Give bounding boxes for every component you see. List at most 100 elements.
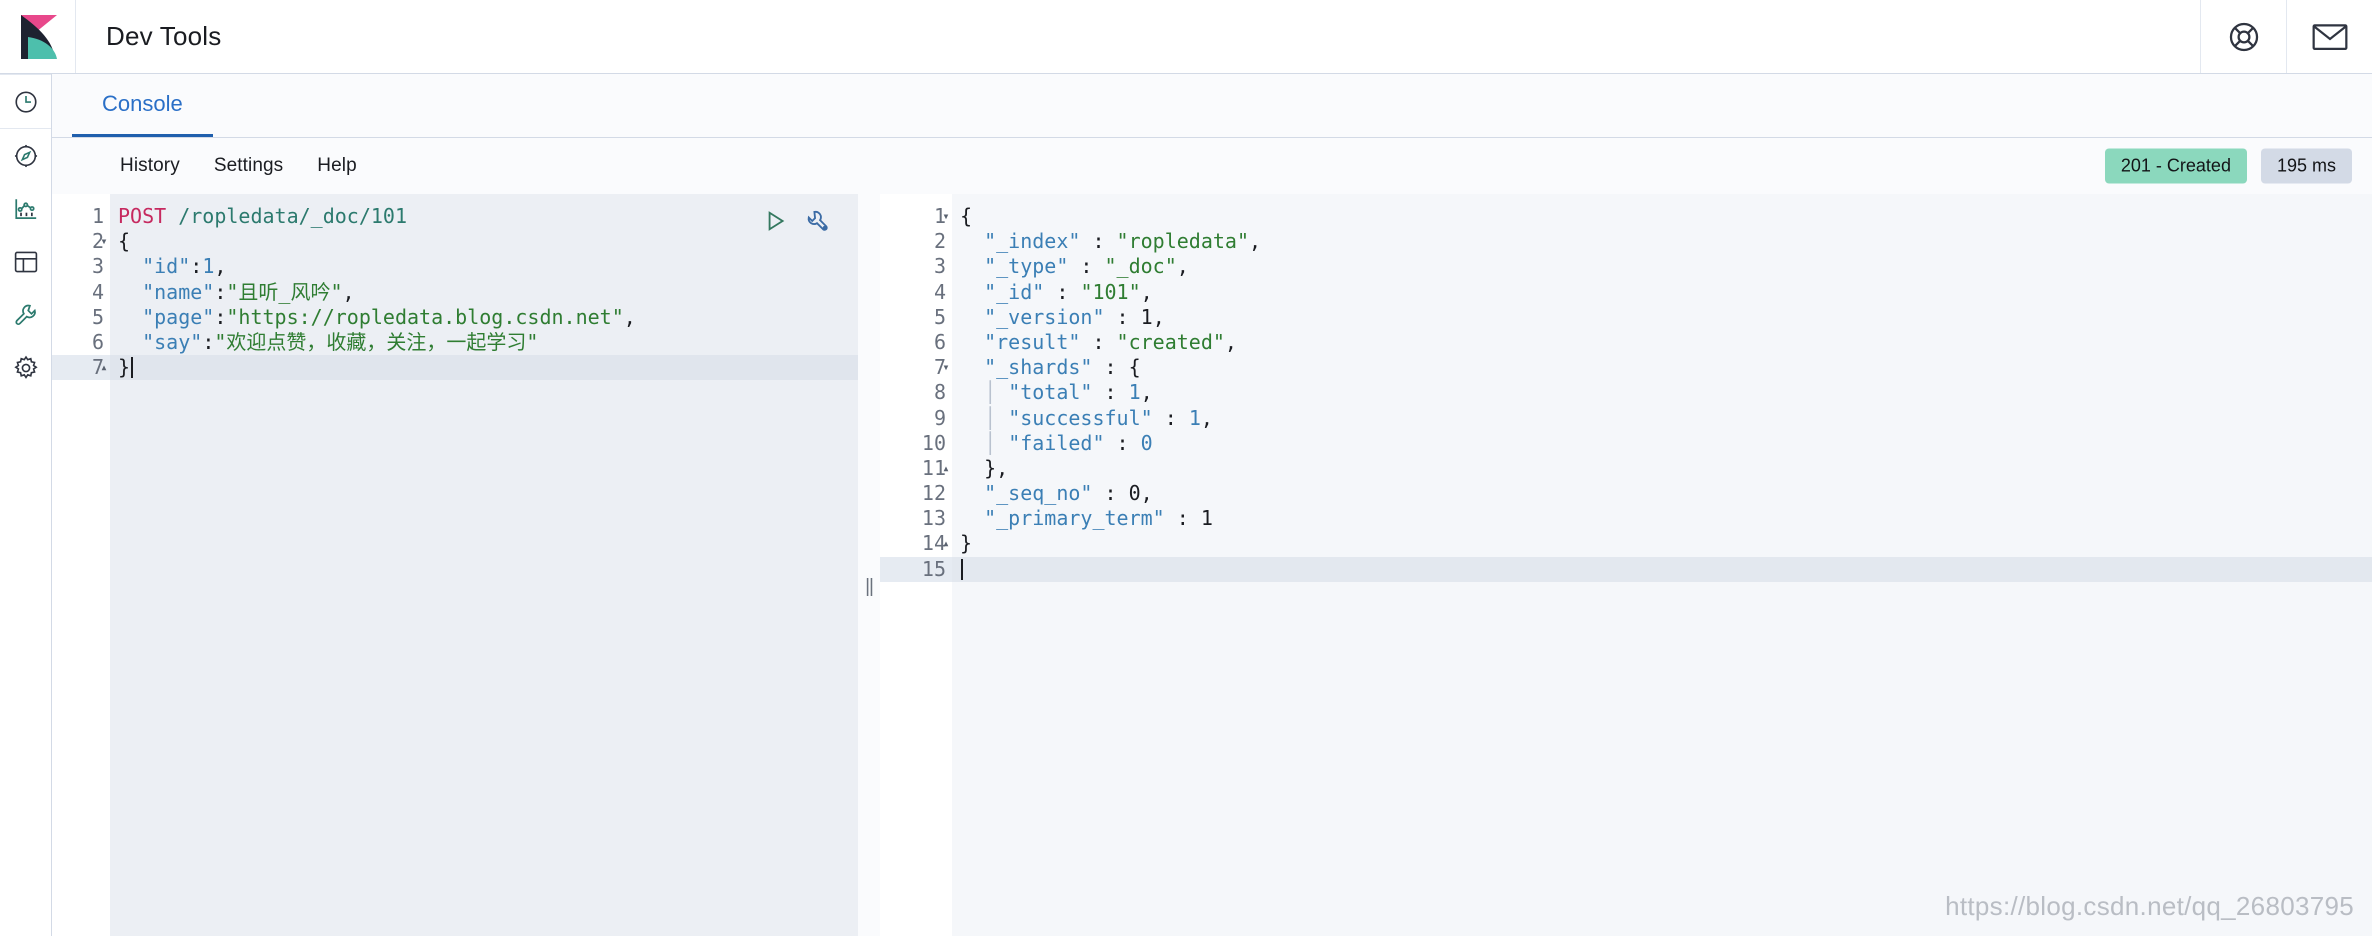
code-line[interactable]: {	[952, 204, 2372, 229]
code-token: :	[1080, 329, 1117, 354]
gutter-line[interactable]: 13	[880, 506, 952, 531]
gear-icon	[13, 355, 38, 379]
wrench-icon[interactable]	[804, 208, 830, 234]
code-line[interactable]: },	[952, 456, 2372, 481]
code-token: "_id"	[984, 279, 1045, 304]
code-token: ,	[1176, 254, 1189, 279]
code-token: :	[1092, 481, 1129, 506]
gutter-line[interactable]: 4	[880, 280, 952, 305]
gutter-line[interactable]: 6	[52, 330, 110, 355]
code-line[interactable]: "_primary_term" : 1	[952, 506, 2372, 531]
fold-toggle-icon[interactable]: ▴	[939, 531, 953, 556]
code-line[interactable]: }	[110, 355, 858, 381]
fold-toggle-icon[interactable]: ▾	[939, 355, 953, 380]
code-token: ,	[1249, 229, 1262, 254]
newsfeed-button[interactable]	[2286, 0, 2372, 73]
code-token: "101"	[1080, 279, 1141, 304]
gutter-line[interactable]: 3	[880, 254, 952, 279]
gutter-line[interactable]: 12	[880, 481, 952, 506]
code-line[interactable]: "_seq_no" : 0,	[952, 481, 2372, 506]
code-token: "_doc"	[1104, 254, 1177, 279]
sidebar-item-dev-tools[interactable]	[0, 288, 52, 341]
code-line[interactable]: │ "total" : 1,	[952, 380, 2372, 405]
gutter-line[interactable]: 7 ▴	[52, 355, 111, 381]
code-token: "total"	[1008, 380, 1093, 405]
fold-toggle-icon[interactable]: ▴	[939, 456, 953, 481]
code-line[interactable]: "_shards" : {	[952, 355, 2372, 380]
sidebar-item-visualize[interactable]	[0, 182, 52, 235]
code-line[interactable]: {	[110, 229, 858, 254]
response-gutter[interactable]: 1 ▾ 2 3 4 5 6 7 ▾ 8 9 10 11 ▴ 12 13 14 ▴ 15	[880, 194, 952, 936]
code-token: "_shards"	[984, 355, 1093, 380]
code-token: "say"	[142, 329, 203, 354]
request-editor[interactable]: 1 2 ▾ 3 4 5 6 7 ▴ POST /ropledata/_doc/101{ "id"…	[52, 194, 858, 936]
sidebar-item-dashboard[interactable]	[0, 235, 52, 288]
menu-item-history[interactable]: History	[120, 155, 180, 177]
code-line[interactable]: POST /ropledata/_doc/101	[110, 204, 858, 229]
gutter-line[interactable]: 1	[52, 204, 110, 229]
gutter-line[interactable]: 3	[52, 254, 110, 279]
response-code-area[interactable]: { "_index" : "ropledata", "_type" : "_do…	[952, 194, 2372, 936]
kibana-logo-cell[interactable]	[0, 0, 76, 73]
menu-item-help[interactable]: Help	[317, 155, 356, 177]
gutter-line[interactable]: 2 ▾	[52, 229, 110, 254]
code-line[interactable]: "page":"https://ropledata.blog.csdn.net"…	[110, 305, 858, 330]
play-triangle-icon[interactable]	[762, 208, 788, 234]
code-token: {	[960, 204, 973, 228]
code-token: :	[1164, 506, 1201, 531]
request-actions	[762, 208, 830, 234]
sidebar-item-discover[interactable]	[0, 129, 52, 182]
code-line[interactable]: "_index" : "ropledata",	[952, 229, 2372, 254]
request-gutter[interactable]: 1 2 ▾ 3 4 5 6 7 ▴	[52, 194, 110, 936]
code-token: "https://ropledata.blog.csdn.net"	[226, 304, 624, 329]
code-token: 1	[1188, 405, 1201, 430]
gutter-line[interactable]: 10	[880, 431, 952, 456]
code-token: "name"	[142, 279, 215, 304]
response-editor[interactable]: 1 ▾ 2 3 4 5 6 7 ▾ 8 9 10 11 ▴ 12 13 14 ▴ 15 { "_index" : "…	[880, 194, 2372, 936]
fold-toggle-icon[interactable]: ▾	[939, 204, 953, 229]
editor-splitter[interactable]: ||	[858, 194, 880, 936]
gutter-line[interactable]: 6	[880, 330, 952, 355]
code-line[interactable]: "_id" : "101",	[952, 280, 2372, 305]
request-code-area[interactable]: POST /ropledata/_doc/101{ "id":1, "name"…	[110, 194, 858, 936]
gutter-line[interactable]: 5	[880, 305, 952, 330]
code-line[interactable]: │ "successful" : 1,	[952, 406, 2372, 431]
gutter-line[interactable]: 14 ▴	[880, 531, 952, 556]
gutter-line[interactable]: 7 ▾	[880, 355, 952, 380]
gutter-line[interactable]: 1 ▾	[880, 204, 952, 229]
help-button[interactable]	[2200, 0, 2286, 73]
compass-icon	[14, 144, 37, 167]
code-line[interactable]: "_type" : "_doc",	[952, 254, 2372, 279]
code-line[interactable]: "name":"且听_风吟",	[110, 280, 858, 305]
sidebar-item-management[interactable]	[0, 341, 52, 394]
code-line[interactable]: │ "failed" : 0	[952, 431, 2372, 456]
code-line[interactable]: "say":"欢迎点赞，收藏，关注，一起学习"	[110, 330, 858, 355]
gutter-line[interactable]: 2	[880, 229, 952, 254]
gutter-line[interactable]: 4	[52, 280, 110, 305]
fold-toggle-icon[interactable]: ▾	[97, 229, 111, 254]
code-token: :	[190, 254, 203, 279]
code-line[interactable]: "result" : "created",	[952, 330, 2372, 355]
code-token: }	[118, 355, 131, 380]
code-token: "created"	[1116, 329, 1225, 354]
gutter-line[interactable]: 8	[880, 380, 952, 405]
menu-item-settings[interactable]: Settings	[214, 155, 283, 177]
code-line[interactable]: "id":1,	[110, 254, 858, 279]
gutter-line[interactable]: 5	[52, 305, 110, 330]
gutter-line[interactable]: 11 ▴	[880, 456, 952, 481]
code-line[interactable]	[952, 556, 2372, 582]
sidebar-item-recently-viewed[interactable]	[0, 75, 52, 128]
gutter-line[interactable]: 9	[880, 406, 952, 431]
code-line[interactable]: }	[952, 531, 2372, 556]
gutter-line[interactable]: 15	[880, 556, 952, 582]
fold-toggle-icon[interactable]: ▴	[97, 355, 111, 380]
code-token: ,	[1152, 304, 1165, 329]
tab-console[interactable]: Console	[72, 74, 213, 137]
code-token: "successful"	[1008, 405, 1153, 430]
code-token: 1	[1128, 380, 1141, 405]
code-token: ,	[214, 254, 227, 279]
code-line[interactable]: "_version" : 1,	[952, 305, 2372, 330]
